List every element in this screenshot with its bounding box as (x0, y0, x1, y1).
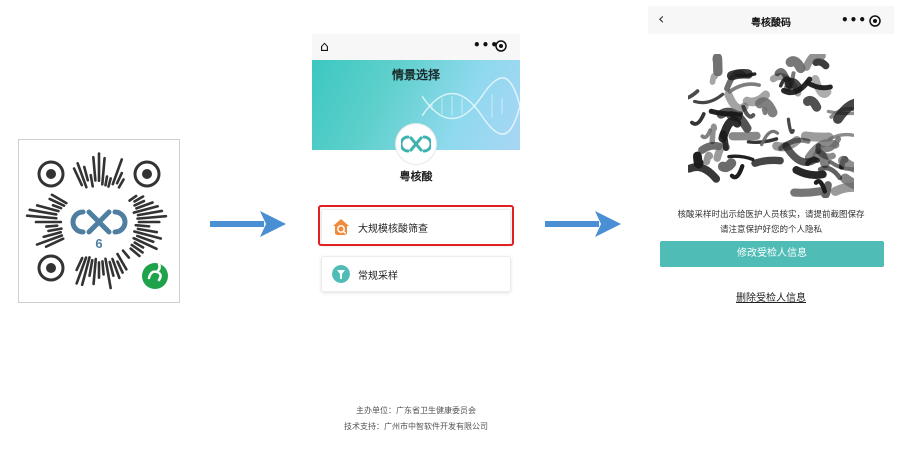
option-label: 常规采样 (358, 271, 398, 282)
routine-sampling-button[interactable]: 常规采样 (321, 256, 511, 292)
dna-helix-decoration (422, 77, 520, 135)
close-target-icon[interactable] (869, 15, 881, 27)
dna-logo-icon (401, 135, 431, 153)
app-logo (396, 124, 436, 164)
notice-text: 核酸采样时出示给医护人员核实，请提前截图保存 (677, 210, 865, 220)
organizer-text: 主办单位：广东省卫生健康委员会 (356, 406, 476, 415)
close-target-icon[interactable] (495, 40, 507, 52)
more-icon[interactable]: ••• (841, 13, 867, 27)
nucleic-acid-code-screen: ‹ 粤核酸码 ••• 核酸采样时出示给医护人员核实，请提前截图保存 请注意保护好… (648, 6, 894, 306)
arrow-right-icon (210, 211, 286, 237)
app-name: 粤核酸 (399, 170, 433, 183)
support-text: 技术支持：广州市中智软件开发有限公司 (344, 422, 488, 431)
highlight-frame (318, 205, 514, 246)
home-icon[interactable]: ⌂ (320, 39, 329, 55)
mini-program-qr-code: 6 (18, 139, 180, 303)
modify-examinee-button[interactable]: 修改受检人信息 (660, 241, 884, 267)
delete-examinee-link[interactable]: 删除受检人信息 (648, 289, 894, 304)
arrow-right-icon (545, 211, 621, 237)
tube-icon (332, 265, 350, 283)
blurred-qr-code (688, 54, 854, 198)
qr-number: 6 (95, 236, 102, 251)
page-title: 情景选择 (391, 68, 440, 82)
privacy-notice-text: 请注意保护好您的个人隐私 (719, 225, 822, 235)
